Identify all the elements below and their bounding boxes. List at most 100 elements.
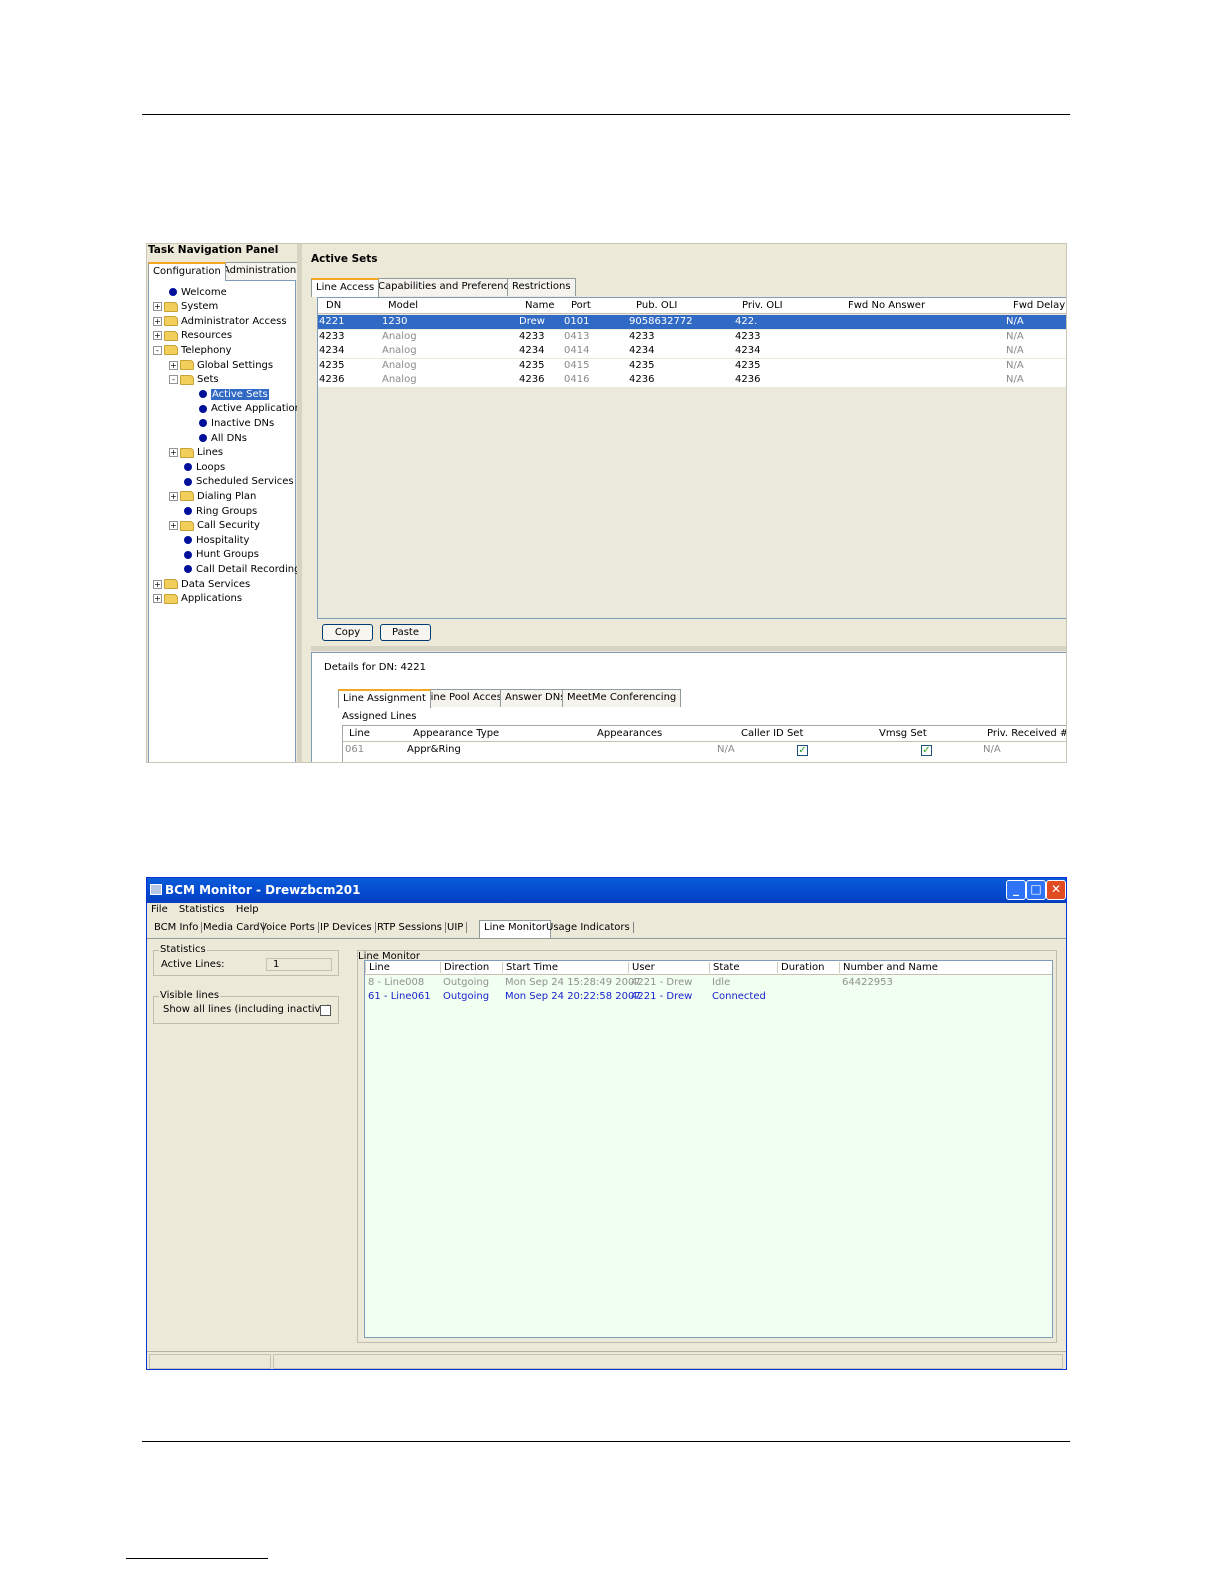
paste-button[interactable]: Paste	[380, 624, 431, 641]
show-all-checkbox[interactable]	[320, 1005, 331, 1016]
status-cell	[273, 1354, 1063, 1369]
tree-item[interactable]: Active Sets	[199, 387, 269, 401]
expand-icon[interactable]: +	[153, 594, 162, 604]
table-row[interactable]: 4236 Analog 4236 0416 4236 4236 N/A	[318, 373, 1066, 387]
tab-media-card[interactable]: Media Card	[200, 922, 264, 933]
col-duration[interactable]: Duration	[777, 962, 824, 973]
tab-meetme-conferencing[interactable]: MeetMe Conferencing	[562, 689, 682, 707]
tab-line-assignment[interactable]: Line Assignment	[338, 689, 431, 708]
col-start-time[interactable]: Start Time	[502, 962, 558, 973]
col-line[interactable]: Line	[365, 962, 390, 973]
expand-icon[interactable]: +	[169, 448, 178, 458]
tree-item[interactable]: + Call Security	[169, 519, 260, 533]
panel-splitter[interactable]	[297, 244, 302, 762]
table-row[interactable]: 061 Appr&Ring N/A ✓ ✓ N/A	[343, 743, 1066, 757]
tab-administration[interactable]: Administration	[218, 262, 302, 280]
col-appearances[interactable]: Appearances	[597, 728, 662, 739]
tree-item[interactable]: + Lines	[169, 446, 223, 460]
expand-icon[interactable]: +	[153, 331, 162, 341]
tree-item[interactable]: + Applications	[153, 592, 242, 606]
tree-item[interactable]: + Global Settings	[169, 358, 273, 372]
minimize-icon[interactable]: _	[1006, 880, 1026, 900]
show-all-label[interactable]: Show all lines (including inactive)	[163, 1004, 331, 1015]
expand-icon[interactable]: +	[169, 491, 178, 501]
status-cell	[149, 1354, 271, 1369]
expand-icon[interactable]: +	[169, 360, 178, 370]
cell-direction: Outgoing	[443, 991, 490, 1002]
col-port[interactable]: Port	[571, 300, 591, 311]
tab-rtp-sessions[interactable]: RTP Sessions	[374, 922, 446, 933]
copy-button[interactable]: Copy	[322, 624, 373, 641]
tree-item[interactable]: Hospitality	[184, 533, 249, 547]
maximize-icon[interactable]: □	[1026, 880, 1046, 900]
col-number-and-name[interactable]: Number and Name	[839, 962, 938, 973]
tree-item[interactable]: Active Application	[199, 402, 301, 416]
tree-item[interactable]: Call Detail Recording	[184, 562, 301, 576]
col-dn[interactable]: DN	[326, 300, 341, 311]
caller-id-checkbox[interactable]: ✓	[797, 745, 808, 756]
col-name[interactable]: Name	[525, 300, 555, 311]
tree-item[interactable]: + Dialing Plan	[169, 489, 256, 503]
col-vmsg-set[interactable]: Vmsg Set	[879, 728, 927, 739]
close-icon[interactable]: ✕	[1046, 880, 1066, 900]
horizontal-splitter[interactable]	[311, 646, 1066, 651]
tab-line-monitor[interactable]: Line Monitor	[479, 920, 552, 938]
tree-item[interactable]: Scheduled Services	[184, 475, 294, 489]
tab-bcm-info[interactable]: BCM Info	[151, 922, 203, 933]
vmsg-checkbox[interactable]: ✓	[921, 745, 932, 756]
col-user[interactable]: User	[628, 962, 655, 973]
expand-icon[interactable]: +	[153, 579, 162, 589]
tree-item[interactable]: Ring Groups	[184, 504, 257, 518]
expand-icon[interactable]: +	[153, 302, 162, 312]
collapse-icon[interactable]: -	[169, 375, 178, 385]
table-row[interactable]: 4233 Analog 4233 0413 4233 4233 N/A	[318, 329, 1066, 344]
tab-answer-dns[interactable]: Answer DNs	[500, 689, 571, 707]
tab-configuration[interactable]: Configuration	[148, 262, 226, 281]
collapse-icon[interactable]: -	[153, 345, 162, 355]
tree-item[interactable]: Inactive DNs	[199, 416, 274, 430]
menu-help[interactable]: Help	[236, 904, 259, 915]
tab-line-pool-access[interactable]: Line Pool Access	[420, 689, 513, 707]
tree-item[interactable]: All DNs	[199, 431, 247, 445]
expand-icon[interactable]: +	[153, 316, 162, 326]
col-fwd-no-answer[interactable]: Fwd No Answer	[848, 300, 925, 311]
col-priv-received[interactable]: Priv. Received #	[987, 728, 1066, 739]
list-item[interactable]: 61 - Line061 Outgoing Mon Sep 24 20:22:5…	[365, 991, 1052, 1004]
tree-item[interactable]: - Telephony	[153, 343, 232, 357]
tab-usage-indicators[interactable]: Usage Indicators	[543, 922, 634, 933]
tab-ip-devices[interactable]: IP Devices	[317, 922, 376, 933]
menu-statistics[interactable]: Statistics	[179, 904, 225, 915]
tab-voice-ports[interactable]: Voice Ports	[257, 922, 319, 933]
tree-item[interactable]: + System	[153, 300, 218, 314]
col-appearance-type[interactable]: Appearance Type	[413, 728, 499, 739]
col-pub-oli[interactable]: Pub. OLI	[636, 300, 677, 311]
tab-line-access[interactable]: Line Access	[311, 278, 380, 297]
table-row[interactable]: 4234 Analog 4234 0414 4234 4234 N/A	[318, 344, 1066, 358]
tree-item[interactable]: Loops	[184, 460, 225, 474]
menu-file[interactable]: File	[151, 904, 168, 915]
col-model[interactable]: Model	[388, 300, 418, 311]
col-fwd-delay[interactable]: Fwd Delay	[1013, 300, 1065, 311]
list-item[interactable]: 8 - Line008 Outgoing Mon Sep 24 15:28:49…	[365, 977, 1052, 990]
col-line[interactable]: Line	[349, 728, 370, 739]
tree-item-label: Welcome	[181, 286, 227, 298]
tree-item[interactable]: + Administrator Access	[153, 314, 287, 328]
tree-item[interactable]: - Sets	[169, 373, 219, 387]
tree-item[interactable]: Welcome	[169, 285, 227, 299]
tab-capabilities[interactable]: Capabilities and Preferences	[373, 278, 526, 296]
tree-item[interactable]: + Resources	[153, 329, 232, 343]
tab-restrictions[interactable]: Restrictions	[507, 278, 576, 296]
tree-item-label: Global Settings	[197, 359, 274, 371]
table-row[interactable]: 4235 Analog 4235 0415 4235 4235 N/A	[318, 358, 1066, 373]
expand-icon[interactable]: +	[169, 521, 178, 531]
col-caller-id-set[interactable]: Caller ID Set	[741, 728, 803, 739]
tree-item[interactable]: + Data Services	[153, 577, 250, 591]
tab-uip[interactable]: UIP	[444, 922, 468, 933]
table-row[interactable]: 4221 1230 Drew 0101 9058632772 422. N/A	[318, 315, 1066, 329]
col-priv-oli[interactable]: Priv. OLI	[742, 300, 783, 311]
tree-item[interactable]: Hunt Groups	[184, 548, 259, 562]
cell-priv-received: N/A	[983, 744, 1001, 755]
col-direction[interactable]: Direction	[440, 962, 489, 973]
nav-panel-title: Task Navigation Panel	[148, 244, 279, 256]
col-state[interactable]: State	[709, 962, 739, 973]
